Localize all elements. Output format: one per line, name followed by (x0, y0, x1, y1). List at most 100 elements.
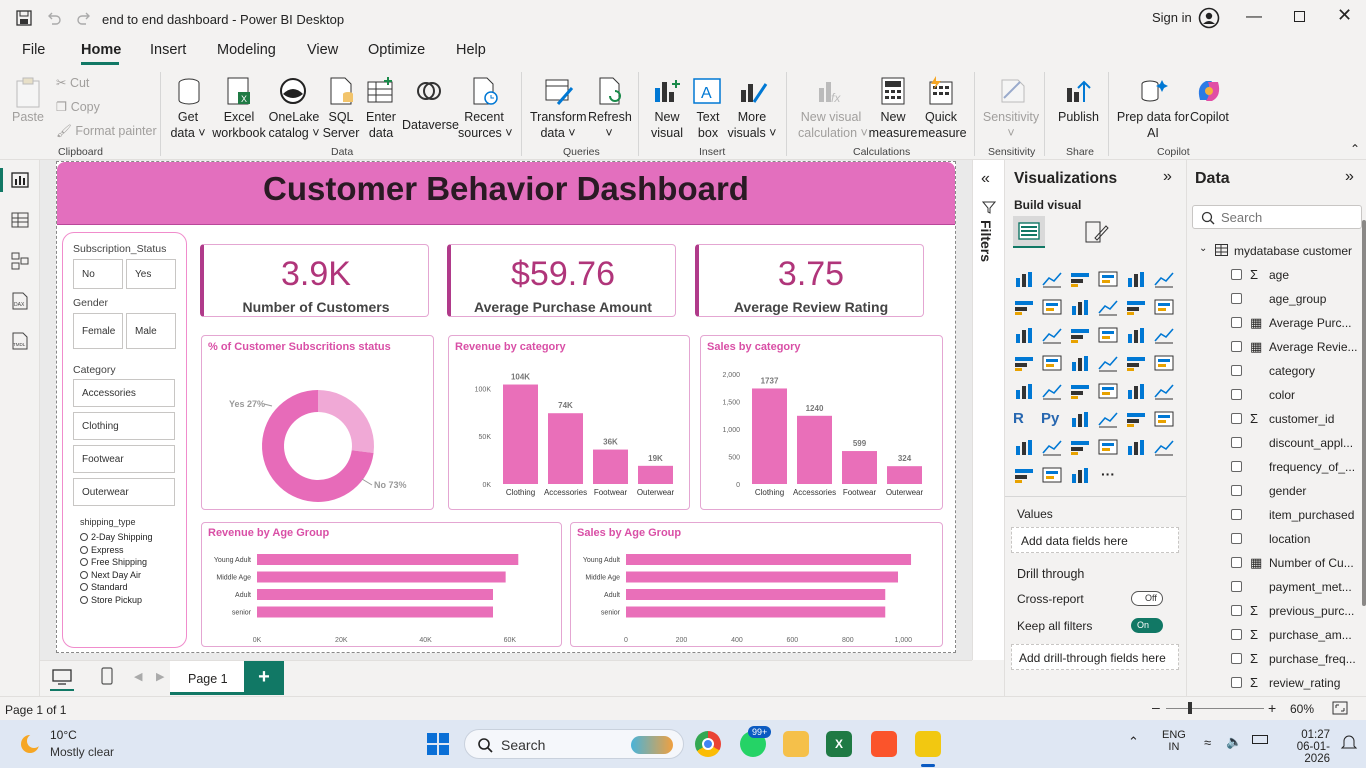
fit-to-page-icon[interactable] (1332, 701, 1348, 715)
keep-filters-toggle[interactable]: On (1131, 618, 1163, 633)
menu-view[interactable]: View (307, 42, 338, 58)
text-box-button[interactable]: Text box (690, 109, 726, 141)
sensitivity-button[interactable]: Sensitivity ˅ (982, 109, 1040, 141)
category-clothing-button[interactable]: Clothing (73, 412, 175, 440)
field-checkbox[interactable] (1231, 365, 1242, 376)
collapse-data-icon[interactable]: » (1345, 168, 1354, 186)
decomposition-visual-icon[interactable] (1097, 410, 1119, 428)
redo-icon[interactable] (76, 10, 92, 26)
qa-visual-icon[interactable] (1125, 410, 1147, 428)
field-row[interactable]: ▦ Average Revie... (1187, 336, 1359, 358)
field-checkbox[interactable] (1231, 509, 1242, 520)
menu-modeling[interactable]: Modeling (217, 42, 276, 58)
copy-button[interactable]: ❐ Copy (56, 99, 100, 115)
revenue-by-age-card[interactable]: Revenue by Age Group Young Adult Middle A… (201, 522, 562, 647)
matrix-alt-visual-icon[interactable] (1153, 382, 1175, 400)
multi-row-card-visual-icon[interactable] (1013, 382, 1035, 400)
more-visual-icon[interactable]: ··· (1097, 466, 1119, 484)
model-view-icon[interactable] (11, 252, 29, 270)
area-visual-icon[interactable] (1041, 298, 1063, 316)
waterfall-visual-icon[interactable] (1125, 298, 1147, 316)
field-checkbox[interactable] (1231, 605, 1242, 616)
field-checkbox[interactable] (1231, 557, 1242, 568)
stacked-bar-visual-icon[interactable] (1013, 270, 1035, 288)
recent-sources-button[interactable]: Recent sources ˅ (458, 109, 513, 141)
get-data-button[interactable]: Get data ˅ (168, 109, 208, 141)
data-search-box[interactable] (1192, 205, 1362, 229)
slicer-visual-icon[interactable] (1069, 382, 1091, 400)
cross-report-toggle[interactable]: Off (1131, 591, 1163, 606)
brave-icon[interactable] (871, 731, 897, 757)
prep-data-ai-button[interactable]: Prep data for AI (1116, 109, 1190, 141)
gender-male-button[interactable]: Male (126, 313, 176, 349)
paginated-visual-icon[interactable] (1153, 410, 1175, 428)
field-row[interactable]: age_group (1187, 288, 1359, 310)
trophy-visual-icon[interactable] (1013, 438, 1035, 456)
ribbon-visual-icon[interactable] (1097, 298, 1119, 316)
values-well[interactable]: Add data fields here (1011, 527, 1179, 553)
page-prev-icon[interactable]: ◀ (134, 670, 142, 683)
cut-button[interactable]: ✂ Cut (56, 75, 89, 91)
new-measure-button[interactable]: New measure (868, 109, 918, 141)
power-apps-visual-icon[interactable] (1097, 438, 1119, 456)
field-row[interactable]: frequency_of_... (1187, 456, 1359, 478)
page-tab-page1[interactable]: Page 1 (170, 661, 254, 695)
add-page-button[interactable]: + (244, 661, 284, 695)
python-visual-icon[interactable]: Py (1041, 410, 1063, 428)
kpi-avg-rating-card[interactable]: 3.75 Average Review Rating (695, 244, 924, 317)
sales-by-category-card[interactable]: Sales by category 0 500 1,000 1,500 2,000 173… (700, 335, 943, 510)
onelake-catalog-button[interactable]: OneLake catalog ˅ (268, 109, 320, 141)
field-row[interactable]: item_purchased (1187, 504, 1359, 526)
treemap-visual-icon[interactable] (1013, 354, 1035, 372)
sales-by-age-card[interactable]: Sales by Age Group Young Adult Middle Age… (570, 522, 943, 647)
language-indicator[interactable]: ENG IN (1162, 729, 1186, 753)
publish-button[interactable]: Publish (1058, 109, 1099, 125)
table-name[interactable]: mydatabase customer (1234, 244, 1352, 258)
kpi-visual-icon[interactable] (1041, 382, 1063, 400)
table-visual-icon[interactable] (1097, 382, 1119, 400)
stacked-column-visual-icon[interactable] (1041, 270, 1063, 288)
new-visual-calculation-button[interactable]: New visual calculation ˅ (798, 109, 868, 141)
table-view-icon[interactable] (11, 212, 29, 228)
key-influencers-visual-icon[interactable] (1069, 410, 1091, 428)
field-row[interactable]: category (1187, 360, 1359, 382)
filters-pane-collapsed[interactable]: « Filters (972, 160, 1004, 696)
excel-taskbar-icon[interactable]: X (826, 731, 852, 757)
menu-home[interactable]: Home (81, 42, 121, 58)
zoom-in-button[interactable]: + (1268, 700, 1276, 716)
chrome-icon[interactable] (695, 731, 721, 757)
field-checkbox[interactable] (1231, 269, 1242, 280)
gender-female-button[interactable]: Female (73, 313, 123, 349)
shipping-option[interactable]: Next Day Air (80, 569, 153, 582)
revenue-by-category-card[interactable]: Revenue by category 0K 50K 100K 104K Clothin… (448, 335, 690, 510)
field-row[interactable]: Σreview_rating (1187, 672, 1359, 692)
category-footwear-button[interactable]: Footwear (73, 445, 175, 473)
account-icon[interactable] (1198, 7, 1220, 29)
matrix-visual-icon[interactable] (1125, 382, 1147, 400)
100-bar-visual-icon[interactable] (1125, 270, 1147, 288)
dataverse-button[interactable]: Dataverse (402, 117, 459, 133)
undo-icon[interactable] (46, 10, 62, 26)
metrics-visual-icon[interactable] (1069, 438, 1091, 456)
refresh-button[interactable]: Refresh ˅ (588, 109, 632, 141)
field-checkbox[interactable] (1231, 485, 1242, 496)
field-checkbox[interactable] (1231, 341, 1242, 352)
powerbi-taskbar-icon[interactable] (915, 731, 941, 757)
notification-bell-icon[interactable] (1340, 734, 1358, 752)
field-row[interactable]: Σage (1187, 264, 1359, 286)
expand-filters-icon[interactable]: « (981, 170, 990, 188)
menu-insert[interactable]: Insert (150, 42, 186, 58)
subscription-no-button[interactable]: No (73, 259, 123, 289)
clock[interactable]: 01:27 06-01-2026 (1288, 729, 1330, 765)
build-visual-tab[interactable] (1013, 216, 1045, 248)
volume-icon[interactable]: 🔈 (1226, 734, 1242, 750)
zoom-out-button[interactable]: – (1152, 699, 1160, 715)
field-checkbox[interactable] (1231, 653, 1242, 664)
quick-measure-button[interactable]: Quick measure (918, 109, 967, 141)
line-clustered-visual-icon[interactable] (1041, 326, 1063, 344)
map-visual-icon[interactable] (1041, 354, 1063, 372)
field-row[interactable]: color (1187, 384, 1359, 406)
search-input[interactable] (1221, 209, 1351, 225)
diamond-visual-icon[interactable] (1041, 466, 1063, 484)
image-visual-icon[interactable] (1153, 438, 1175, 456)
